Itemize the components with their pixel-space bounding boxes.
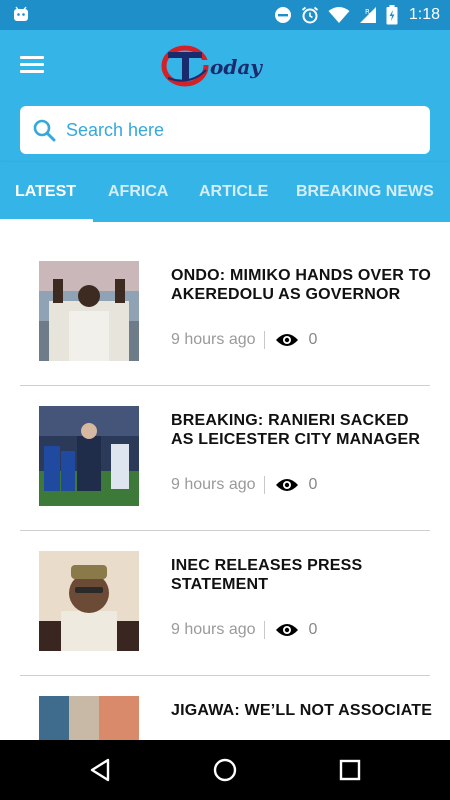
- system-nav-bar: [0, 740, 450, 800]
- article-thumbnail: [39, 551, 139, 651]
- article-thumbnail: [39, 696, 139, 740]
- article-title[interactable]: JIGAWA: WE’LL NOT ASSOCIATE: [171, 701, 433, 720]
- alarm-icon: [301, 6, 318, 24]
- search-icon: [33, 119, 56, 142]
- article-time: 9 hours ago: [171, 331, 256, 348]
- article-thumbnail: [39, 406, 139, 506]
- menu-button[interactable]: [20, 52, 50, 78]
- article-image: [39, 551, 139, 651]
- eye-icon: [275, 334, 298, 346]
- article-time: 9 hours ago: [171, 476, 256, 493]
- status-time: 1:18: [408, 6, 440, 23]
- svg-text:R: R: [365, 8, 370, 16]
- do-not-disturb-icon: [274, 7, 291, 23]
- meta-divider: [263, 476, 265, 494]
- article-views: 0: [308, 331, 318, 348]
- article-meta: 9 hours ago 0: [171, 474, 317, 496]
- tab-breaking-news[interactable]: BREAKING NEWS: [296, 162, 434, 222]
- recents-icon[interactable]: [336, 756, 364, 784]
- tab-latest[interactable]: LATEST: [15, 162, 76, 222]
- hamburger-icon-bar: [20, 70, 44, 73]
- hamburger-icon-bar: [20, 63, 44, 66]
- article-title[interactable]: ONDO: MIMIKO HANDS OVER TO AKEREDOLU AS …: [171, 266, 433, 304]
- status-bar: R 1:18: [0, 0, 450, 30]
- home-icon[interactable]: [211, 756, 239, 784]
- eye-icon: [275, 479, 298, 491]
- article-title[interactable]: INEC RELEASES PRESS STATEMENT: [171, 556, 433, 594]
- tab-africa[interactable]: AFRICA: [108, 162, 168, 222]
- article-image: [39, 406, 139, 506]
- category-tabs: LATEST AFRICA ARTICLE BREAKING NEWS: [0, 162, 450, 222]
- article-time: 9 hours ago: [171, 621, 256, 638]
- hamburger-icon-bar: [20, 56, 44, 59]
- signal-icon: R: [359, 7, 376, 23]
- article-title[interactable]: BREAKING: RANIERI SACKED AS LEICESTER CI…: [171, 411, 433, 449]
- article-image: [39, 261, 139, 361]
- article-views: 0: [308, 476, 318, 493]
- meta-divider: [263, 621, 265, 639]
- article-item[interactable]: BREAKING: RANIERI SACKED AS LEICESTER CI…: [20, 386, 430, 531]
- article-views: 0: [308, 621, 318, 638]
- article-meta: 9 hours ago 0: [171, 329, 317, 351]
- wifi-icon: [328, 7, 350, 23]
- article-feed: ONDO: MIMIKO HANDS OVER TO AKEREDOLU AS …: [0, 222, 450, 740]
- article-item[interactable]: INEC RELEASES PRESS STATEMENT 9 hours ag…: [20, 531, 430, 676]
- article-item[interactable]: ONDO: MIMIKO HANDS OVER TO AKEREDOLU AS …: [20, 241, 433, 386]
- search-input[interactable]: [66, 119, 386, 141]
- eye-icon: [275, 624, 298, 636]
- meta-divider: [263, 331, 265, 349]
- android-notification-icon: [14, 6, 28, 21]
- logo-text: oday: [210, 55, 262, 79]
- search-box[interactable]: [20, 106, 430, 154]
- search-bar: [0, 100, 450, 162]
- tab-article[interactable]: ARTICLE: [199, 162, 268, 222]
- article-item[interactable]: JIGAWA: WE’LL NOT ASSOCIATE: [20, 676, 433, 740]
- app-bar: oday: [0, 30, 450, 100]
- article-image: [39, 696, 139, 740]
- back-icon[interactable]: [87, 756, 115, 784]
- battery-charging-icon: [386, 5, 398, 25]
- article-thumbnail: [39, 261, 139, 361]
- article-meta: 9 hours ago 0: [171, 619, 317, 641]
